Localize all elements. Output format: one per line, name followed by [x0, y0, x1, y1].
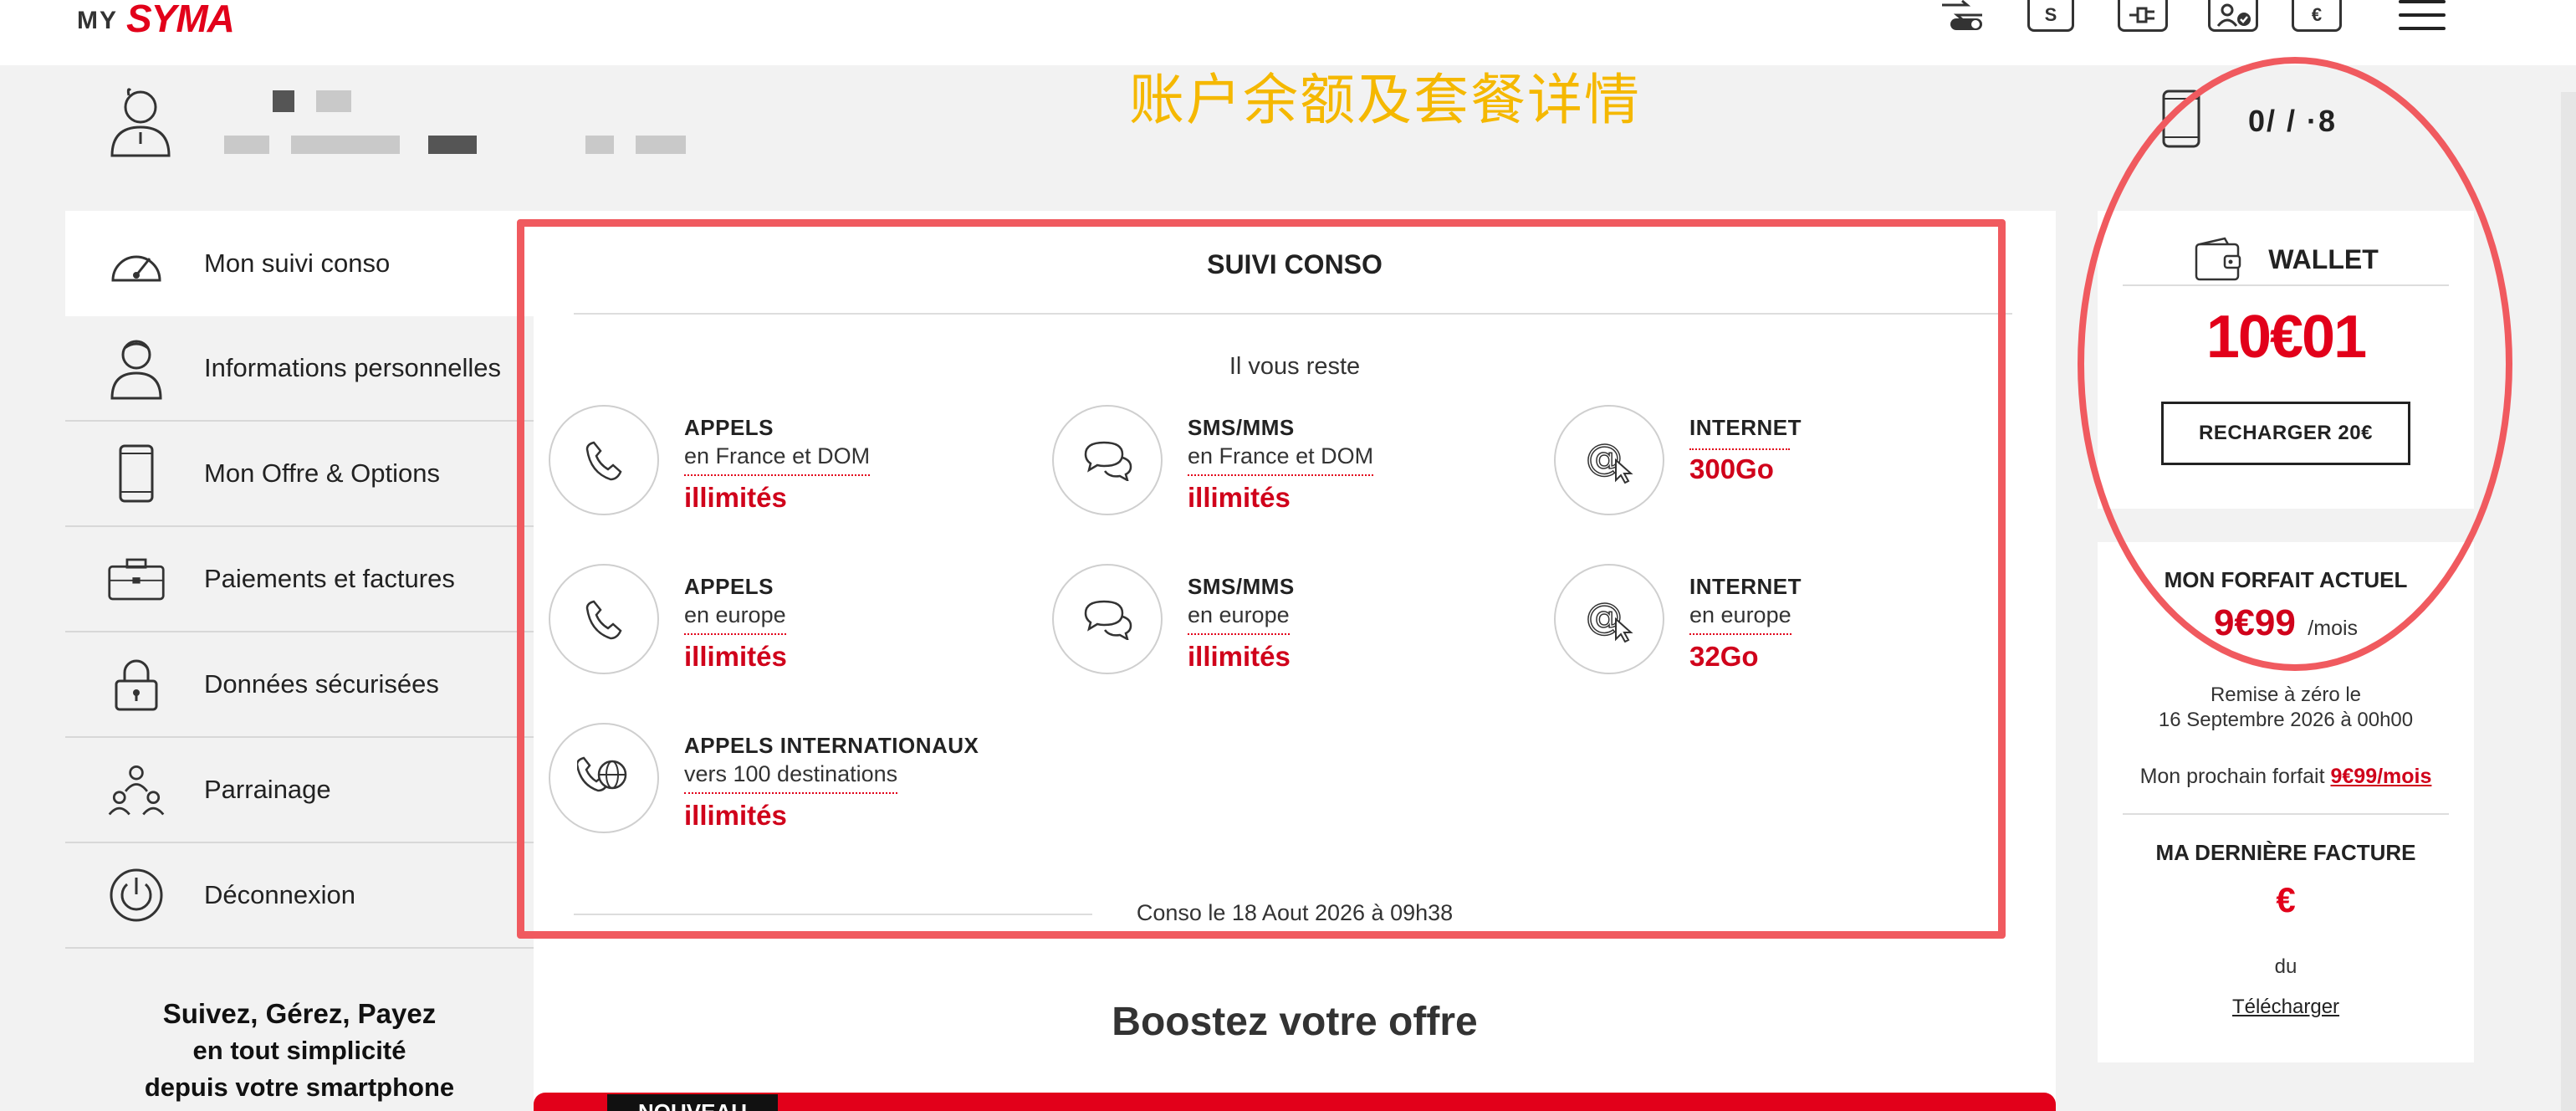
dollar-icon[interactable]: S [2027, 0, 2074, 32]
sidebar-item-label: Parrainage [204, 775, 331, 804]
page-edge [2561, 92, 2576, 1111]
redacted-address [585, 136, 614, 154]
download-link[interactable]: Télécharger [2098, 996, 2474, 1019]
redacted-name [316, 90, 351, 112]
redacted-name [273, 90, 294, 112]
boost-title: Boostez votre offre [1112, 1000, 1478, 1044]
redacted-address [224, 136, 269, 154]
user-avatar-icon [110, 88, 171, 157]
sidebar-item-label: Paiements et factures [204, 564, 455, 593]
sidebar-item-label: Données sécurisées [204, 669, 439, 699]
reset-info: Remise à zéro le 16 Septembre 2026 à 00h… [2098, 683, 2474, 733]
next-forfait-label: Mon prochain forfait [2139, 765, 2325, 788]
sidebar-item-label: Mon suivi conso [204, 248, 391, 278]
sidebar-item-offre-options[interactable]: Mon Offre & Options [65, 422, 534, 527]
app-promo-line2: en tout simplicité [192, 1036, 406, 1065]
sidebar-item-label: Déconnexion [204, 880, 355, 909]
sidebar-item-label: Mon Offre & Options [204, 458, 440, 488]
app-promo: Suivez, Gérez, Payez en tout simplicité … [65, 996, 534, 1106]
facture-title: MA DERNIÈRE FACTURE [2155, 840, 2416, 865]
power-icon [107, 866, 166, 924]
user-check-icon[interactable] [2208, 0, 2258, 32]
lock-icon [107, 655, 166, 714]
sidebar-item-label: Informations personnelles [204, 353, 501, 382]
sidebar: Mon suivi conso Informations personnelle… [65, 211, 534, 949]
highlight-oval [2078, 57, 2512, 671]
user-info [100, 80, 736, 172]
logo[interactable]: MY SYMA [77, 0, 235, 40]
facture-date-label: du [2274, 955, 2297, 978]
dollar-icon-glyph: S [2044, 3, 2057, 25]
sidebar-item-deconnexion[interactable]: Déconnexion [65, 843, 534, 949]
sidebar-item-informations[interactable]: Informations personnelles [65, 316, 534, 422]
divider [2123, 813, 2449, 815]
sidebar-item-parrainage[interactable]: Parrainage [65, 738, 534, 843]
new-badge: NOUVEAU [607, 1094, 778, 1111]
logo-prefix: MY [77, 7, 118, 34]
sidebar-item-suivi-conso[interactable]: Mon suivi conso [65, 211, 534, 316]
highlight-frame [517, 219, 2006, 939]
euro-icon-glyph: € [2311, 3, 2323, 25]
redacted-address [428, 136, 477, 154]
redacted-address [291, 136, 400, 154]
redacted-address [636, 136, 686, 154]
sidebar-item-paiements[interactable]: Paiements et factures [65, 527, 534, 632]
logo-brand: SYMA [126, 0, 235, 40]
speedometer-icon [107, 234, 166, 293]
reset-line1: Remise à zéro le [2210, 683, 2362, 706]
reset-line2: 16 Septembre 2026 à 00h00 [2158, 709, 2414, 731]
switch-icon[interactable] [1937, 0, 1987, 32]
euro-icon[interactable]: € [2292, 0, 2342, 32]
app-promo-line3: depuis votre smartphone [144, 1073, 455, 1102]
app-promo-line1: Suivez, Gérez, Payez [162, 998, 437, 1029]
smartphone-icon [107, 444, 166, 503]
briefcase-icon [107, 550, 166, 608]
user-icon [107, 339, 166, 400]
page-banner-title: 账户余额及套餐详情 [1129, 68, 1641, 132]
next-forfait: Mon prochain forfait 9€99/mois [2098, 765, 2474, 789]
hamburger-icon[interactable] [2399, 0, 2446, 30]
plug-icon[interactable] [2118, 0, 2168, 32]
sidebar-item-donnees-securisees[interactable]: Données sécurisées [65, 632, 534, 738]
next-forfait-link[interactable]: 9€99/mois [2330, 765, 2431, 788]
facture-amount: € [2276, 880, 2296, 919]
group-icon [107, 760, 166, 819]
